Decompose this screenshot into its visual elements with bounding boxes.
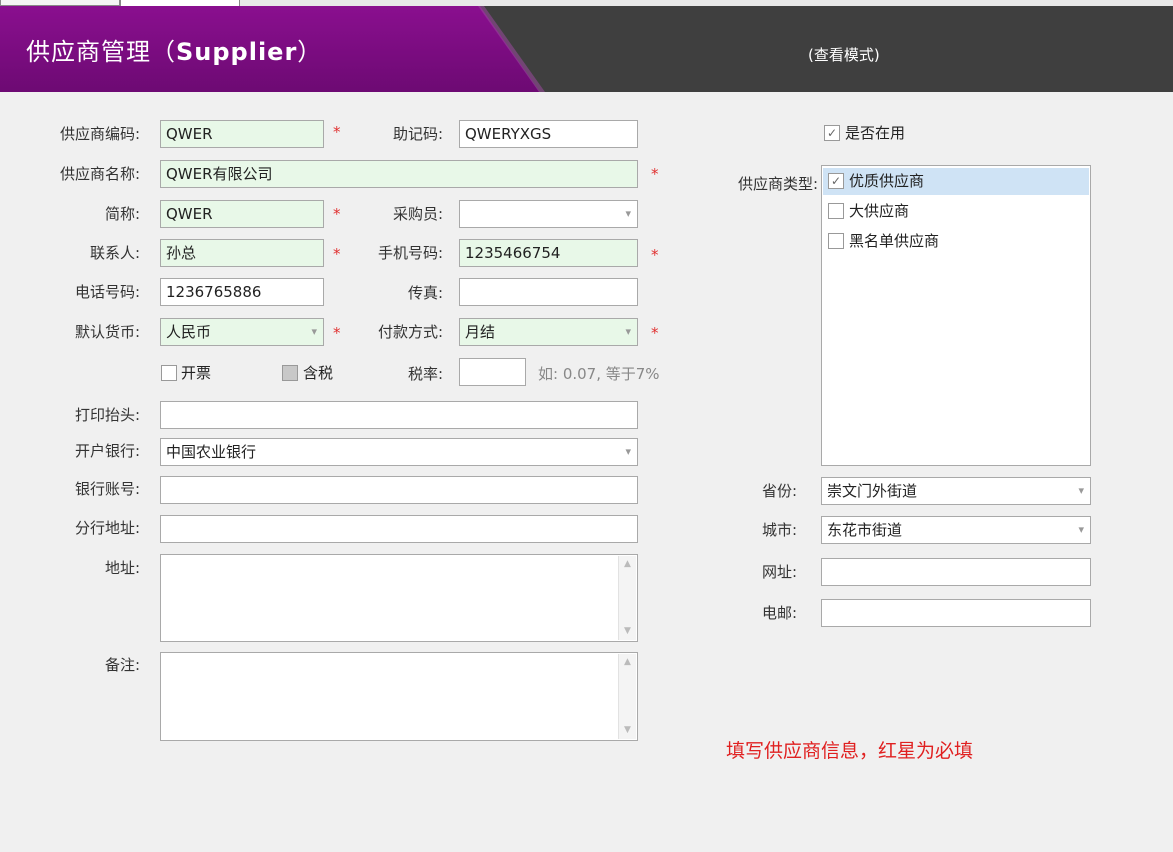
in-use-checkbox[interactable]: ✓ [824,125,840,141]
payment-select[interactable]: 月结 ▾ [459,318,638,346]
branch-label: 分行地址: [74,519,140,537]
tax-included-label: 含税 [303,364,334,382]
fax-input[interactable] [459,278,638,306]
bank-value: 中国农业银行 [166,443,257,461]
list-item[interactable]: ✓ 优质供应商 [823,168,1089,195]
chevron-down-icon: ▾ [625,325,631,338]
list-item[interactable]: 黑名单供应商 [823,228,1089,255]
website-label: 网址: [761,563,797,581]
scrollbar[interactable]: ▲ ▼ [618,654,636,739]
type-checkbox[interactable]: ✓ [828,173,844,189]
website-input[interactable] [821,558,1091,586]
page-title: 供应商管理（Supplier） [26,32,322,67]
short-name-label: 简称: [104,205,140,223]
email-input[interactable] [821,599,1091,627]
currency-value: 人民币 [166,323,212,341]
scroll-up-icon[interactable]: ▲ [619,556,636,573]
remark-label: 备注: [104,656,140,674]
required-star: * [651,165,659,183]
city-select[interactable]: 东花市街道 ▾ [821,516,1091,544]
print-header-label: 打印抬头: [74,406,140,424]
city-label: 城市: [761,521,797,539]
tax-rate-label: 税率: [407,365,443,383]
scroll-down-icon[interactable]: ▼ [619,722,636,739]
chevron-down-icon: ▾ [1078,484,1084,497]
check-icon: ✓ [826,126,838,140]
contact-label: 联系人: [89,244,140,262]
scrollbar[interactable]: ▲ ▼ [618,556,636,640]
supplier-name-input[interactable]: QWER有限公司 [160,160,638,188]
print-header-input[interactable] [160,401,638,429]
branch-address-input[interactable] [160,515,638,543]
title-cn: 供应商管理（ [26,38,176,66]
scroll-up-icon[interactable]: ▲ [619,654,636,671]
buyer-label: 采购员: [392,205,443,223]
list-item[interactable]: 大供应商 [823,198,1089,225]
currency-select[interactable]: 人民币 ▾ [160,318,324,346]
tax-rate-input[interactable] [459,358,526,386]
tax-rate-hint: 如: 0.07, 等于7% [538,365,660,383]
required-star: * [651,246,659,264]
city-value: 东花市街道 [827,521,903,539]
mobile-input[interactable]: 1235466754 [459,239,638,267]
in-use-label: 是否在用 [845,124,906,142]
payment-value: 月结 [465,323,496,341]
contact-input[interactable]: 孙总 [160,239,324,267]
page-header: 供应商管理（Supplier） (查看模式) [0,6,1173,92]
short-name-input[interactable]: QWER [160,200,324,228]
tax-included-checkbox[interactable] [282,365,298,381]
chevron-down-icon: ▾ [625,445,631,458]
payment-label: 付款方式: [377,323,443,341]
required-star: * [651,324,659,342]
chevron-down-icon: ▾ [1078,523,1084,536]
currency-label: 默认货币: [74,323,140,341]
supplier-type-list[interactable]: ✓ 优质供应商 大供应商 黑名单供应商 [821,165,1091,466]
type-label: 优质供应商 [849,172,925,190]
province-select[interactable]: 崇文门外街道 ▾ [821,477,1091,505]
phone-label: 电话号码: [74,283,140,301]
invoice-label: 开票 [181,364,212,382]
scroll-down-icon[interactable]: ▼ [619,623,636,640]
email-label: 电邮: [761,604,797,622]
province-label: 省份: [761,482,797,500]
type-checkbox[interactable] [828,203,844,219]
chevron-down-icon: ▾ [311,325,317,338]
type-label: 大供应商 [849,202,910,220]
address-textarea[interactable]: ▲ ▼ [160,554,638,642]
mnemonic-input[interactable]: QWERYXGS [459,120,638,148]
fax-label: 传真: [407,284,443,302]
bank-account-input[interactable] [160,476,638,504]
phone-input[interactable]: 1236765886 [160,278,324,306]
account-label: 银行账号: [74,480,140,498]
remark-textarea[interactable]: ▲ ▼ [160,652,638,741]
mnemonic-label: 助记码: [392,125,443,143]
supplier-type-label: 供应商类型: [737,175,818,193]
invoice-checkbox[interactable] [161,365,177,381]
name-label: 供应商名称: [59,165,140,183]
type-label: 黑名单供应商 [849,232,940,250]
title-en: Supplier [176,38,298,66]
type-checkbox[interactable] [828,233,844,249]
title-close: ） [297,38,323,66]
bank-label: 开户银行: [74,442,140,460]
chevron-down-icon: ▾ [625,207,631,220]
supplier-code-input[interactable]: QWER [160,120,324,148]
bank-select[interactable]: 中国农业银行 ▾ [160,438,638,466]
province-value: 崇文门外街道 [827,482,918,500]
code-label: 供应商编码: [59,125,140,143]
required-note: 填写供应商信息，红星为必填 [726,740,974,762]
buyer-select[interactable]: ▾ [459,200,638,228]
view-mode-label: (查看模式) [808,46,880,64]
mobile-label: 手机号码: [377,244,443,262]
check-icon: ✓ [830,174,842,188]
address-label: 地址: [104,559,140,577]
